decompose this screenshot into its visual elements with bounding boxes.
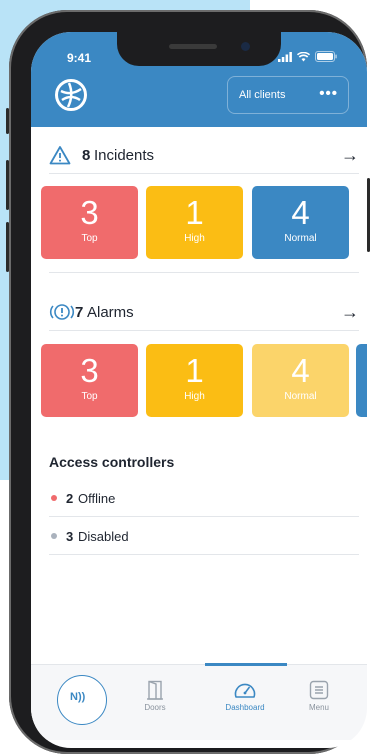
wifi-icon — [297, 51, 310, 61]
status-dot — [51, 495, 57, 501]
volume-down-button — [6, 222, 9, 272]
nfc-icon: N)) — [70, 691, 86, 703]
incidents-count: 8 — [82, 147, 91, 164]
divider — [49, 272, 359, 273]
alarms-header[interactable]: 7 Alarms → — [31, 292, 367, 332]
menu-icon — [309, 680, 329, 700]
signal-icon — [278, 51, 292, 62]
row-count: 2 — [66, 491, 74, 506]
phone-screen: 9:41 All clients ••• 8 Incidents → 3 Top… — [31, 32, 367, 748]
tile-value: 4 — [291, 194, 310, 231]
nfc-button[interactable]: N)) — [57, 675, 107, 725]
divider — [49, 173, 359, 174]
volume-up-button — [6, 160, 9, 210]
door-icon — [147, 680, 163, 700]
tile-label: Top — [81, 391, 98, 402]
alarms-normal-tile[interactable]: 4 Normal — [252, 344, 349, 417]
tile-value: 4 — [291, 352, 310, 389]
status-dot — [51, 533, 57, 539]
client-selector[interactable]: All clients ••• — [227, 76, 349, 114]
tile-value: 3 — [80, 194, 99, 231]
alarm-icon — [49, 304, 75, 320]
status-time: 9:41 — [67, 51, 92, 65]
tab-label: Dashboard — [225, 703, 265, 712]
alarms-top-tile[interactable]: 3 Top — [41, 344, 138, 417]
tab-label: Menu — [308, 703, 329, 712]
status-icons — [278, 51, 337, 62]
mute-switch — [6, 108, 9, 134]
tile-label: High — [184, 391, 205, 402]
bottom-tab-bar: N)) Doors Dashboard Menu — [31, 663, 367, 740]
alarms-label: Alarms — [87, 304, 134, 321]
gauge-icon — [234, 683, 256, 698]
client-selector-label: All clients — [239, 89, 286, 101]
notch — [117, 32, 281, 66]
warning-triangle-icon — [49, 146, 71, 165]
tile-label: Normal — [284, 233, 317, 244]
tab-doors[interactable]: Doors — [125, 679, 185, 712]
incidents-top-tile[interactable]: 3 Top — [41, 186, 138, 259]
access-controllers-title: Access controllers — [49, 454, 175, 470]
row-count: 3 — [66, 529, 74, 544]
alarms-next-tile-peek[interactable] — [356, 344, 367, 417]
globe-logo-icon[interactable] — [55, 79, 87, 111]
alarms-count: 7 — [75, 304, 84, 321]
divider — [49, 330, 359, 331]
row-label: Disabled — [78, 529, 129, 544]
access-controller-row-disabled[interactable]: 3 Disabled — [49, 519, 359, 555]
power-button — [367, 178, 370, 252]
incidents-high-tile[interactable]: 1 High — [146, 186, 243, 259]
tab-dashboard[interactable]: Dashboard — [215, 679, 275, 712]
access-controller-row-offline[interactable]: 2 Offline — [49, 481, 359, 517]
tile-label: High — [184, 233, 205, 244]
tile-value: 3 — [80, 352, 99, 389]
active-tab-indicator — [205, 663, 287, 666]
battery-icon — [315, 51, 337, 62]
tab-menu[interactable]: Menu — [289, 679, 349, 712]
alarms-high-tile[interactable]: 1 High — [146, 344, 243, 417]
tile-label: Top — [81, 233, 98, 244]
incidents-header[interactable]: 8 Incidents → — [31, 135, 367, 175]
incidents-label: Incidents — [94, 147, 155, 164]
app-header: 9:41 All clients ••• — [31, 32, 367, 127]
tab-label: Doors — [144, 703, 166, 712]
arrow-right-icon[interactable]: → — [341, 145, 359, 166]
row-label: Offline — [78, 491, 116, 506]
tile-value: 1 — [185, 194, 204, 231]
arrow-right-icon[interactable]: → — [341, 302, 359, 323]
tile-label: Normal — [284, 391, 317, 402]
incidents-normal-tile[interactable]: 4 Normal — [252, 186, 349, 259]
tile-value: 1 — [185, 352, 204, 389]
more-options-icon[interactable]: ••• — [319, 85, 338, 102]
